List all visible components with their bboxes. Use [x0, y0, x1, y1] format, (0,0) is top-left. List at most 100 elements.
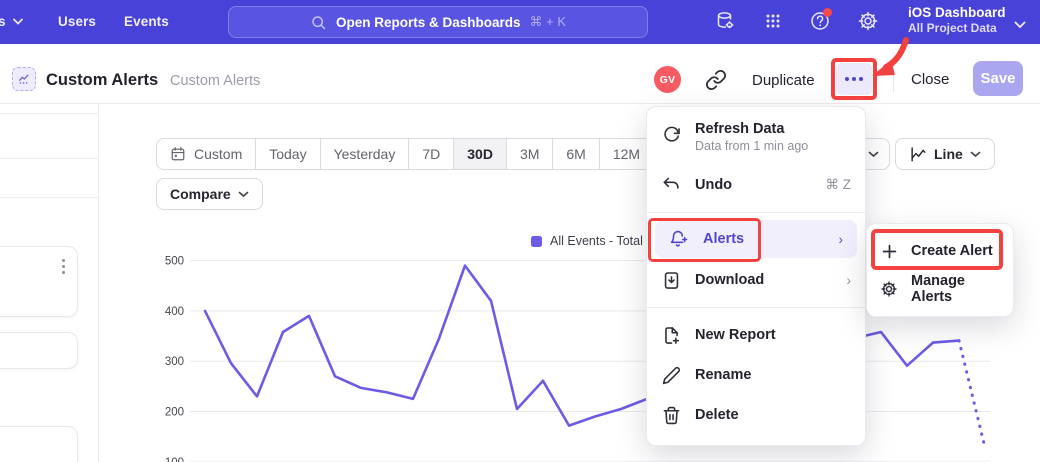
project-scope: All Project Data: [908, 21, 1006, 35]
menu-divider: [647, 307, 865, 308]
range-custom[interactable]: Custom: [157, 139, 256, 169]
sidebar-row-divider: [0, 158, 98, 159]
menu-item-rename[interactable]: Rename: [647, 355, 865, 395]
submenu-item-label: Create Alert: [911, 243, 993, 259]
range-label: Yesterday: [334, 146, 396, 162]
date-range-control: Custom Today Yesterday 7D 30D 3M 6M 12M: [156, 138, 654, 170]
search-input[interactable]: Open Reports & Dashboards ⌘ + K: [228, 6, 648, 38]
svg-text:400: 400: [165, 306, 184, 318]
menu-item-label: Refresh Data: [695, 121, 808, 137]
submenu-item-manage-alerts[interactable]: Manage Alerts: [867, 270, 1013, 308]
copy-link-icon[interactable]: [705, 69, 727, 91]
svg-text:300: 300: [165, 356, 184, 368]
settings-gear-icon[interactable]: [857, 10, 881, 34]
nav-item-users[interactable]: Users: [58, 14, 96, 29]
range-yesterday[interactable]: Yesterday: [321, 139, 410, 169]
bell-plus-icon: [669, 229, 689, 249]
menu-item-delete[interactable]: Delete: [647, 395, 865, 435]
menu-item-sublabel: Data from 1 min ago: [695, 139, 808, 153]
range-3m[interactable]: 3M: [507, 139, 553, 169]
more-button[interactable]: [836, 63, 872, 95]
sidebar-card[interactable]: [0, 246, 78, 317]
sidebar-card[interactable]: [0, 332, 78, 369]
chevron-down-icon: [238, 191, 249, 198]
kebab-menu-icon[interactable]: [62, 259, 65, 274]
project-switcher[interactable]: iOS Dashboard All Project Data: [908, 5, 1006, 35]
download-icon: [661, 270, 681, 290]
chevron-down-icon: [13, 18, 23, 25]
submenu-item-create-alert[interactable]: Create Alert: [867, 232, 1013, 270]
project-name: iOS Dashboard: [908, 5, 1006, 20]
svg-text:100: 100: [165, 457, 184, 462]
notification-dot: [823, 8, 832, 17]
annotation-box-more: [831, 58, 877, 100]
menu-item-download[interactable]: Download ›: [647, 260, 865, 300]
range-label: Today: [269, 146, 306, 162]
breadcrumb: Custom Alerts: [170, 73, 260, 89]
report-header: Custom Alerts Custom Alerts GV Duplicate…: [0, 44, 1040, 104]
compare-button[interactable]: Compare: [156, 178, 263, 210]
menu-item-label: Undo: [695, 177, 732, 193]
svg-text:500: 500: [165, 256, 184, 268]
menu-item-refresh-data[interactable]: Refresh Data Data from 1 min ago: [647, 115, 865, 165]
chevron-down-icon: [868, 151, 879, 158]
data-management-icon[interactable]: [714, 10, 738, 34]
menu-item-label: Delete: [695, 407, 739, 423]
plus-icon: [879, 241, 899, 261]
alerts-submenu: Create Alert Manage Alerts: [866, 223, 1014, 317]
search-icon: [310, 14, 327, 31]
context-menu: Refresh Data Data from 1 min ago Undo ⌘ …: [646, 106, 866, 446]
refresh-icon: [661, 124, 681, 144]
undo-icon: [661, 175, 681, 195]
range-30d-selected[interactable]: 30D: [454, 139, 507, 169]
chevron-down-icon[interactable]: [1014, 16, 1026, 34]
nav-item-partial[interactable]: s: [0, 14, 23, 29]
range-label: 12M: [613, 146, 640, 162]
chevron-down-icon: [970, 151, 981, 158]
menu-item-shortcut: ⌘ Z: [826, 177, 852, 193]
help-icon[interactable]: [809, 10, 833, 34]
chart-type-button[interactable]: Line: [895, 138, 995, 170]
gear-icon: [879, 279, 899, 299]
range-7d[interactable]: 7D: [409, 139, 454, 169]
sidebar-row-divider: [0, 197, 98, 198]
file-plus-icon: [661, 325, 681, 345]
sidebar-divider: [98, 104, 99, 462]
range-6m[interactable]: 6M: [553, 139, 599, 169]
submenu-item-label: Manage Alerts: [911, 273, 1001, 305]
range-label: 3M: [520, 146, 539, 162]
close-button[interactable]: Close: [911, 71, 949, 88]
chart-type-label: Line: [934, 146, 963, 162]
submenu-chevron-icon: ›: [847, 273, 852, 288]
nav-item-events[interactable]: Events: [124, 14, 169, 29]
chart-line-dashed: [959, 341, 985, 448]
calendar-icon: [170, 146, 186, 162]
avatar[interactable]: GV: [654, 66, 681, 93]
search-shortcut: ⌘ + K: [530, 14, 567, 30]
submenu-chevron-icon: ›: [839, 232, 844, 247]
range-label: 7D: [422, 146, 440, 162]
sidebar-card[interactable]: [0, 426, 78, 462]
line-chart-icon: [909, 145, 927, 163]
report-chart-icon: [12, 67, 36, 91]
menu-divider: [647, 212, 865, 213]
header-divider: [893, 64, 894, 92]
save-button[interactable]: Save: [973, 61, 1023, 96]
pencil-icon: [661, 365, 681, 385]
menu-item-label: Download: [695, 272, 764, 288]
sidebar-row-divider: [0, 113, 98, 114]
menu-item-label: New Report: [695, 327, 776, 343]
apps-grid-icon[interactable]: [762, 10, 786, 34]
menu-item-undo[interactable]: Undo ⌘ Z: [647, 165, 865, 205]
range-label: 30D: [467, 146, 493, 162]
menu-item-new-report[interactable]: New Report: [647, 315, 865, 355]
compare-label: Compare: [170, 186, 231, 202]
duplicate-button[interactable]: Duplicate: [752, 72, 815, 89]
trash-icon: [661, 405, 681, 425]
range-today[interactable]: Today: [256, 139, 320, 169]
top-navbar: s Users Events Open Reports & Dashboards…: [0, 0, 1040, 44]
menu-item-label: Rename: [695, 367, 751, 383]
page-title: Custom Alerts: [46, 71, 158, 90]
range-label: Custom: [194, 146, 242, 162]
menu-item-alerts[interactable]: Alerts ›: [655, 220, 857, 258]
